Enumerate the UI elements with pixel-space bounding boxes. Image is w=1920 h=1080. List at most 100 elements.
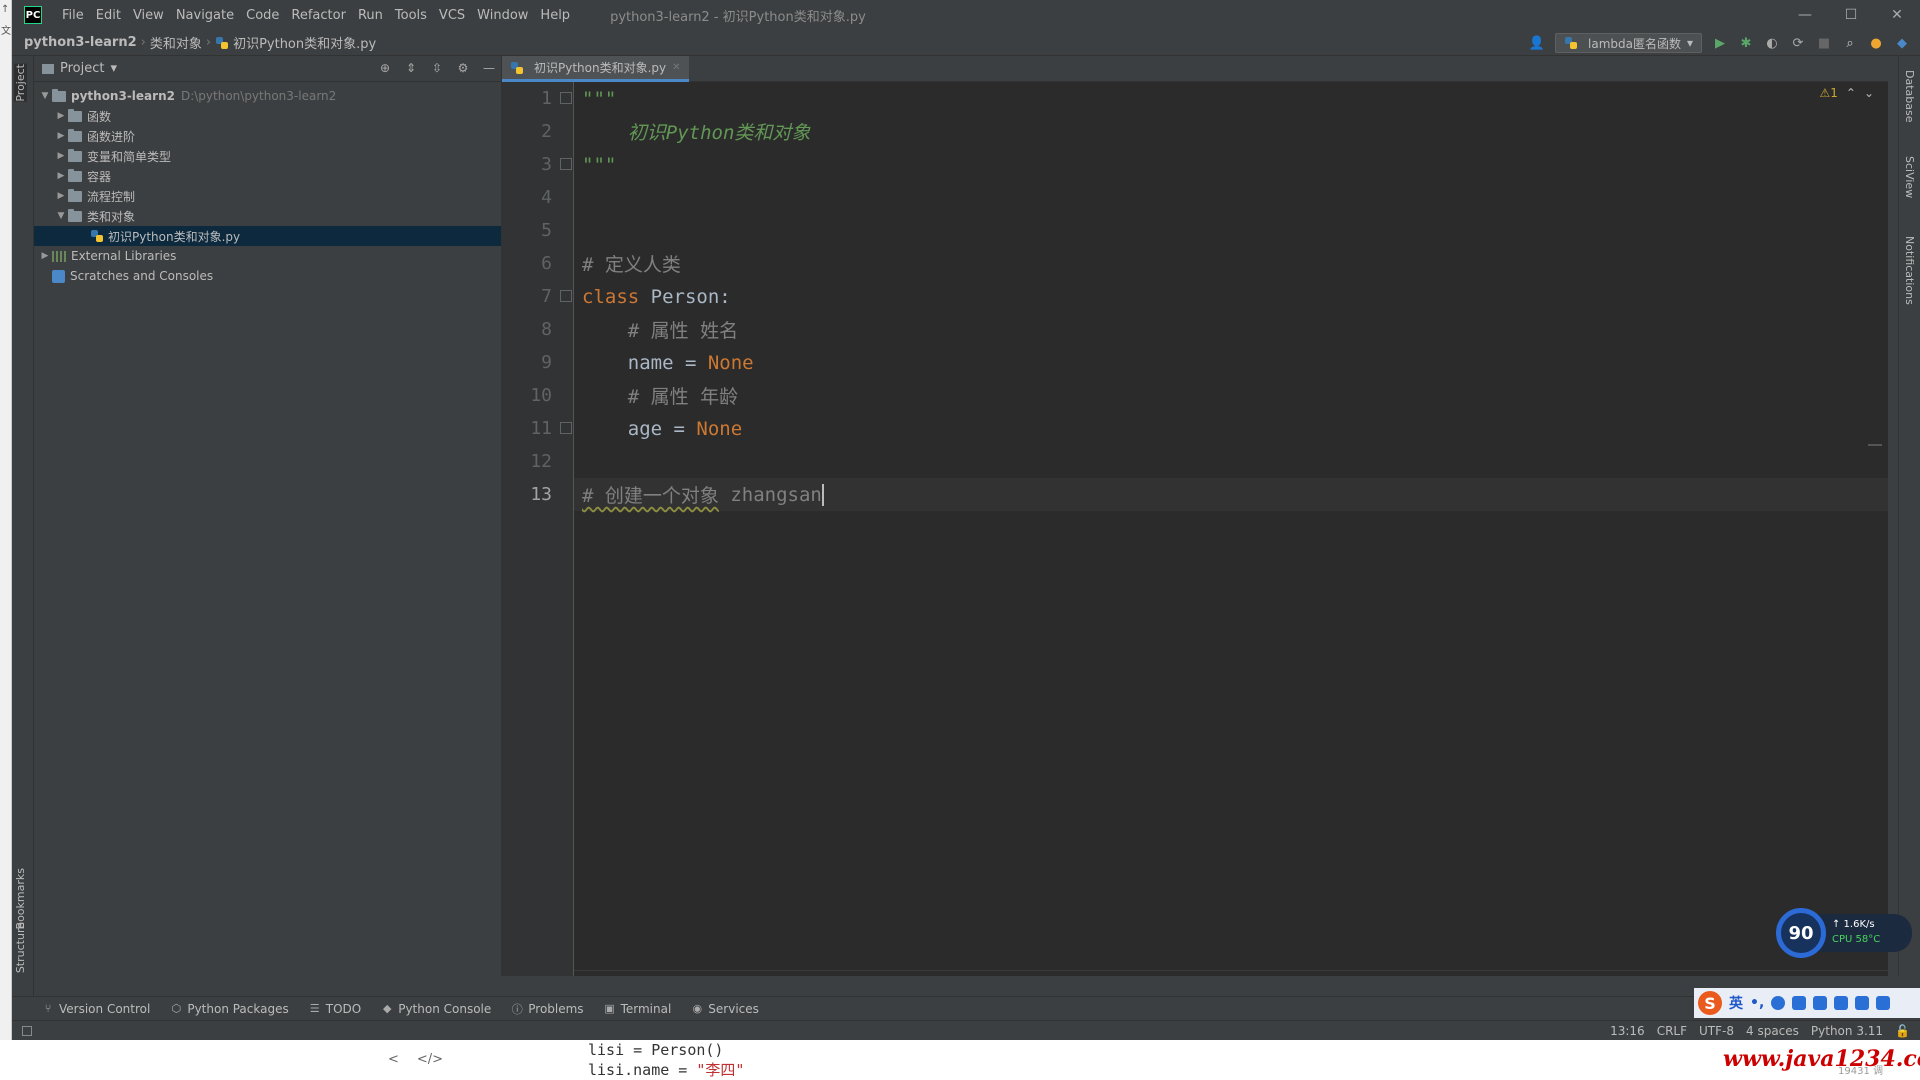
project-view-select[interactable]: Project ▾ xyxy=(42,61,117,76)
lock-icon[interactable]: 🔓 xyxy=(1895,1024,1910,1038)
back-icon[interactable]: < xyxy=(388,1052,399,1067)
close-tab-icon[interactable]: ✕ xyxy=(672,62,680,73)
indent-setting[interactable]: 4 spaces xyxy=(1746,1024,1799,1038)
fold-marker-icon[interactable] xyxy=(560,290,572,302)
layout-toggle-icon[interactable] xyxy=(22,1025,32,1036)
services-tab[interactable]: ◉ Services xyxy=(691,1002,758,1016)
menu-edit[interactable]: Edit xyxy=(90,8,127,23)
microphone-icon[interactable] xyxy=(1792,996,1807,1010)
python-console-tab[interactable]: ◆ Python Console xyxy=(381,1002,491,1016)
punctuation-icon[interactable]: •, xyxy=(1750,995,1764,1011)
locate-file-icon[interactable]: ⊕ xyxy=(377,60,393,76)
file-encoding[interactable]: UTF-8 xyxy=(1699,1024,1734,1038)
skin-icon[interactable] xyxy=(1855,996,1870,1010)
editor-tab-active[interactable]: 初识Python类和对象.py ✕ xyxy=(502,56,689,82)
code-content[interactable]: """ 初识Python类和对象 """ # 定义人类 class Person… xyxy=(574,82,1888,976)
tree-file-selected[interactable]: 初识Python类和对象.py xyxy=(34,226,501,246)
tree-folder[interactable]: ▶ 函数进阶 xyxy=(34,126,501,146)
editor-tab-label: 初识Python类和对象.py xyxy=(534,61,667,75)
menu-navigate[interactable]: Navigate xyxy=(170,8,240,23)
fold-marker-icon[interactable] xyxy=(560,158,572,170)
line-number: 3 xyxy=(541,154,552,175)
chevron-up-icon[interactable]: ⌃ xyxy=(1846,86,1856,100)
tree-external-libraries[interactable]: ▶ External Libraries xyxy=(34,246,501,266)
todo-tab[interactable]: ☰ TODO xyxy=(309,1002,361,1016)
grid-icon[interactable] xyxy=(1876,996,1891,1010)
structure-tool-tab[interactable]: Structure xyxy=(14,922,27,973)
coverage-icon[interactable]: ◐ xyxy=(1764,35,1780,51)
menu-window[interactable]: Window xyxy=(471,8,534,23)
none-value: None xyxy=(707,351,754,374)
gear-icon[interactable]: ⚙ xyxy=(455,60,471,76)
tree-scratches[interactable]: Scratches and Consoles xyxy=(34,266,501,286)
tree-folder[interactable]: ▶ 容器 xyxy=(34,166,501,186)
debug-icon[interactable]: ✱ xyxy=(1738,35,1754,51)
code-view-icon[interactable]: </> xyxy=(417,1052,443,1067)
menu-run[interactable]: Run xyxy=(352,8,389,23)
run-icon[interactable]: ▶ xyxy=(1712,35,1728,51)
ime-language[interactable]: 英 xyxy=(1729,993,1743,1013)
horizontal-scrollbar[interactable] xyxy=(574,970,1888,976)
profile-icon[interactable]: ⟳ xyxy=(1790,35,1806,51)
keyboard-icon[interactable] xyxy=(1813,996,1828,1010)
line-separator[interactable]: CRLF xyxy=(1657,1024,1687,1038)
fold-marker-icon[interactable] xyxy=(560,422,572,434)
breadcrumb-folder[interactable]: 类和对象 xyxy=(150,33,202,52)
maximize-button[interactable]: ☐ xyxy=(1828,0,1874,30)
tree-root[interactable]: ▼ python3-learn2 D:\python\python3-learn… xyxy=(34,86,501,106)
services-icon: ◉ xyxy=(692,1002,703,1015)
inspection-widget[interactable]: ⚠1 ⌃ ⌄ xyxy=(1819,86,1874,100)
chevron-down-icon[interactable]: ▼ xyxy=(54,211,68,221)
jetbrains-icon[interactable]: ◆ xyxy=(1894,35,1910,51)
performance-score: 90 xyxy=(1776,908,1826,958)
bookmarks-tool-tab[interactable]: Bookmarks xyxy=(14,868,27,929)
tree-folder[interactable]: ▶ 变量和简单类型 xyxy=(34,146,501,166)
menu-tools[interactable]: Tools xyxy=(389,8,433,23)
chevron-right-icon[interactable]: ▶ xyxy=(54,131,68,141)
python-packages-tab[interactable]: ⬡ Python Packages xyxy=(170,1002,289,1016)
run-configuration-select[interactable]: lambda匿名函数 ▾ xyxy=(1555,33,1702,53)
sciview-tool-tab[interactable]: SciView xyxy=(1903,156,1916,198)
expand-all-icon[interactable]: ⇕ xyxy=(403,60,419,76)
breadcrumb-file[interactable]: 初识Python类和对象.py xyxy=(233,33,376,52)
project-tool-tab[interactable]: Project xyxy=(14,64,27,102)
minimize-button[interactable]: — xyxy=(1782,0,1828,30)
emoji-icon[interactable] xyxy=(1771,996,1786,1010)
menu-file[interactable]: File xyxy=(56,8,90,23)
chevron-right-icon[interactable]: ▶ xyxy=(54,151,68,161)
hide-panel-icon[interactable]: — xyxy=(481,60,497,76)
update-icon[interactable]: ● xyxy=(1868,35,1884,51)
search-icon[interactable]: ⌕ xyxy=(1842,35,1858,51)
tree-folder[interactable]: ▶ 函数 xyxy=(34,106,501,126)
menu-vcs[interactable]: VCS xyxy=(433,8,471,23)
chevron-down-icon[interactable]: ▼ xyxy=(38,91,52,101)
menu-help[interactable]: Help xyxy=(534,8,576,23)
terminal-tab[interactable]: ▣ Terminal xyxy=(604,1001,672,1016)
menu-view[interactable]: View xyxy=(127,8,170,23)
notifications-tool-tab[interactable]: Notifications xyxy=(1903,236,1916,305)
chevron-down-icon[interactable]: ⌄ xyxy=(1864,86,1874,100)
terminal-label: Terminal xyxy=(620,1001,672,1016)
sogou-logo-icon[interactable]: S xyxy=(1698,991,1722,1015)
chevron-right-icon[interactable]: ▶ xyxy=(38,251,52,261)
navigation-bar: python3-learn2 › 类和对象 › 初识Python类和对象.py … xyxy=(12,30,1920,56)
menu-refactor[interactable]: Refactor xyxy=(285,8,352,23)
performance-widget[interactable]: ↑ 1.6K/s CPU 58°C 90 xyxy=(1776,908,1916,958)
tree-folder[interactable]: ▼ 类和对象 xyxy=(34,206,501,226)
menu-code[interactable]: Code xyxy=(240,8,285,23)
chevron-right-icon[interactable]: ▶ xyxy=(54,111,68,121)
chevron-right-icon[interactable]: ▶ xyxy=(54,171,68,181)
problems-tab[interactable]: ⓘ Problems xyxy=(511,1002,584,1016)
fold-marker-icon[interactable] xyxy=(560,92,572,104)
user-icon[interactable] xyxy=(1834,996,1849,1010)
chevron-right-icon[interactable]: ▶ xyxy=(54,191,68,201)
tree-folder[interactable]: ▶ 流程控制 xyxy=(34,186,501,206)
user-icon[interactable]: 👤 xyxy=(1529,35,1545,51)
breadcrumb-project[interactable]: python3-learn2 xyxy=(12,35,137,50)
python-interpreter[interactable]: Python 3.11 xyxy=(1811,1024,1883,1038)
collapse-all-icon[interactable]: ⇳ xyxy=(429,60,445,76)
close-button[interactable]: ✕ xyxy=(1874,0,1920,30)
version-control-tab[interactable]: ⑂ Version Control xyxy=(42,1002,151,1016)
caret-position[interactable]: 13:16 xyxy=(1610,1024,1645,1038)
database-tool-tab[interactable]: Database xyxy=(1903,70,1916,123)
